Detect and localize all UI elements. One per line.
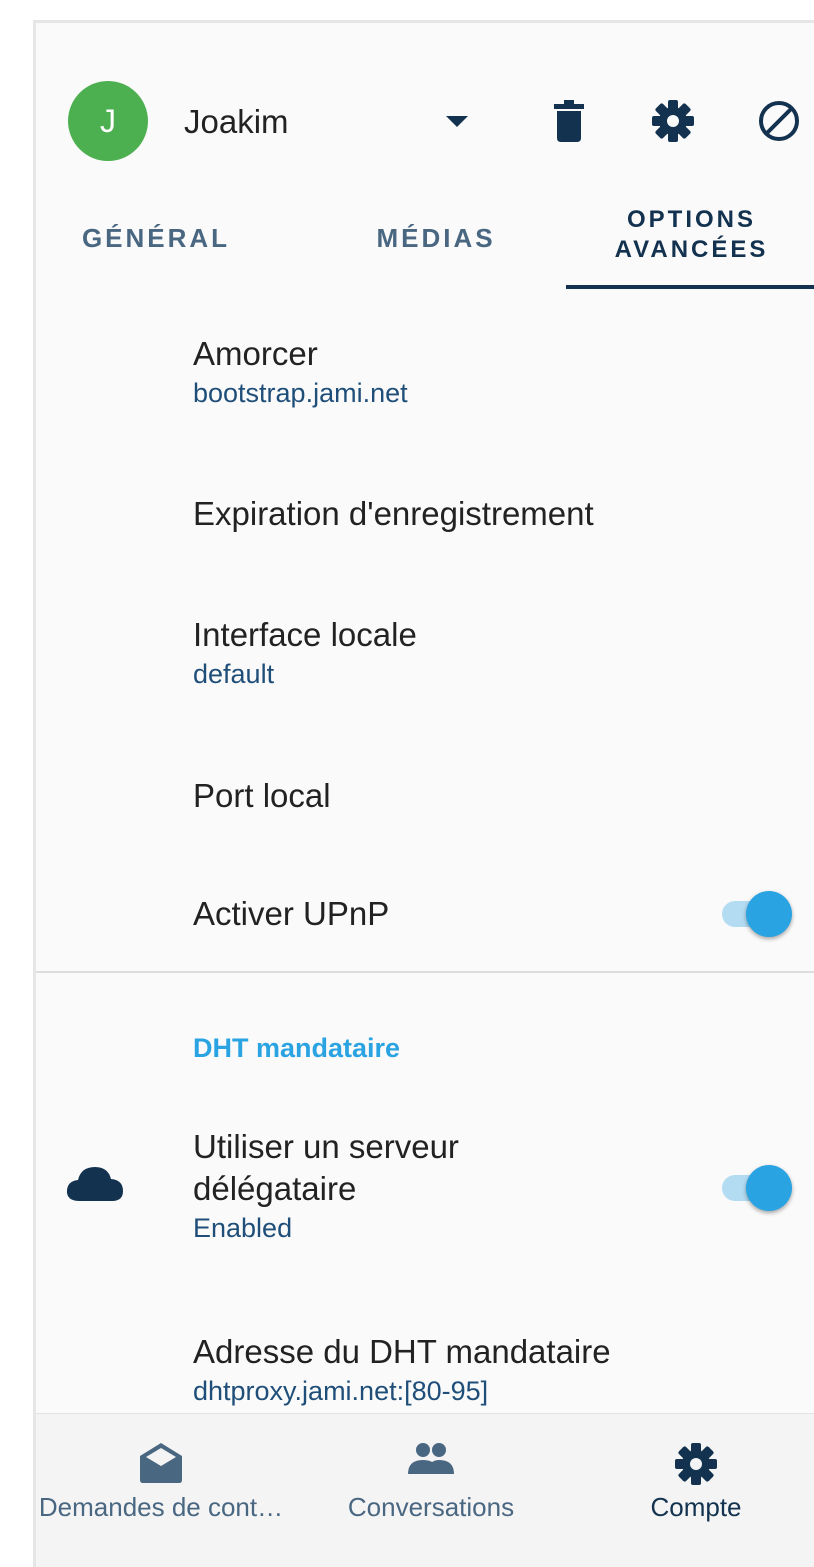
nav-label: Conversations xyxy=(347,1492,515,1522)
upnp-toggle[interactable] xyxy=(718,889,792,939)
proxy-toggle[interactable] xyxy=(718,1163,792,1213)
toggle-thumb xyxy=(746,1165,792,1211)
setting-value: default xyxy=(193,659,275,689)
setting-registration-expiry[interactable]: Expiration d'enregistrement xyxy=(193,493,814,535)
nav-conversations[interactable]: Conversations xyxy=(316,1414,546,1534)
setting-title-line1: Utiliser un serveur xyxy=(193,1128,459,1165)
setting-proxy-address[interactable]: Adresse du DHT mandataire dhtproxy.jami.… xyxy=(193,1331,814,1409)
gear-icon[interactable] xyxy=(650,98,696,144)
block-icon[interactable] xyxy=(756,98,802,144)
nav-label: Demandes de cont… xyxy=(38,1492,284,1522)
gear-icon xyxy=(674,1442,718,1491)
avatar[interactable]: J xyxy=(68,81,148,161)
people-icon xyxy=(408,1442,454,1479)
settings-screen: J Joakim GÉNÉRAL MÉDIAS OPTIONS AVANCÉES… xyxy=(33,20,814,1567)
setting-value: dhtproxy.jami.net:[80-95] xyxy=(193,1376,489,1406)
setting-title: Expiration d'enregistrement xyxy=(193,495,594,532)
setting-value: Enabled xyxy=(193,1213,293,1243)
trash-icon[interactable] xyxy=(546,98,592,144)
account-name[interactable]: Joakim xyxy=(184,103,289,141)
setting-bootstrap[interactable]: Amorcer bootstrap.jami.net xyxy=(193,333,814,411)
tab-medias-label: MÉDIAS xyxy=(376,223,496,253)
chevron-down-icon[interactable] xyxy=(446,116,468,127)
tab-advanced-label-line1: OPTIONS xyxy=(626,206,756,233)
toggle-thumb xyxy=(746,891,792,937)
bottom-navigation: Demandes de cont… Conversations Compte xyxy=(36,1413,814,1567)
tab-advanced-label-line2: AVANCÉES xyxy=(614,236,769,263)
setting-local-port[interactable]: Port local xyxy=(193,775,814,817)
cloud-icon xyxy=(66,1165,124,1206)
tab-indicator xyxy=(566,285,814,289)
section-header-dht-proxy: DHT mandataire xyxy=(193,1033,401,1063)
setting-title: Amorcer xyxy=(193,335,318,372)
setting-local-interface[interactable]: Interface locale default xyxy=(193,614,814,692)
avatar-letter: J xyxy=(100,102,116,139)
nav-contact-requests[interactable]: Demandes de cont… xyxy=(36,1414,296,1534)
tab-general-label: GÉNÉRAL xyxy=(81,223,231,253)
nav-account[interactable]: Compte xyxy=(596,1414,796,1534)
divider xyxy=(36,971,814,973)
envelope-open-icon xyxy=(138,1442,184,1489)
tab-medias[interactable]: MÉDIAS xyxy=(346,223,526,323)
tab-general[interactable]: GÉNÉRAL xyxy=(66,223,246,323)
nav-label: Compte xyxy=(650,1492,742,1522)
setting-value: bootstrap.jami.net xyxy=(193,378,408,408)
setting-title: Interface locale xyxy=(193,616,417,653)
tab-advanced-options[interactable]: OPTIONS AVANCÉES xyxy=(566,205,814,305)
setting-title: Port local xyxy=(193,777,331,814)
setting-title: Adresse du DHT mandataire xyxy=(193,1333,611,1370)
